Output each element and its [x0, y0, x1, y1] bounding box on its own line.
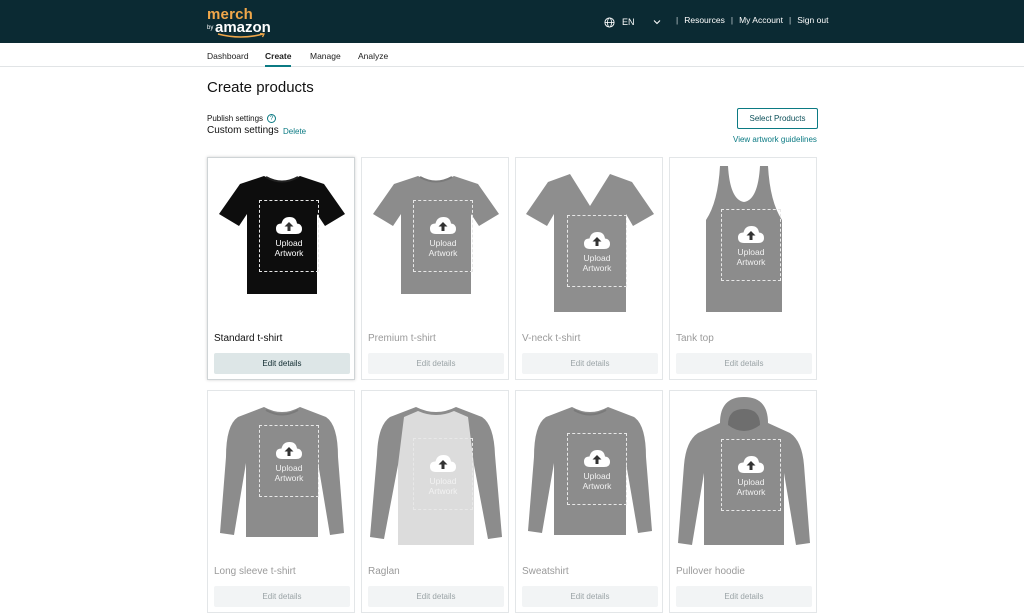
edit-details-button[interactable]: Edit details — [676, 353, 812, 374]
upload-artwork-area[interactable]: Upload Artwork — [413, 200, 473, 272]
product-name: V-neck t-shirt — [522, 333, 581, 344]
delete-link[interactable]: Delete — [283, 127, 306, 136]
upload-label-line1: Upload — [737, 246, 765, 257]
upload-artwork-text: Upload Artwork — [275, 463, 304, 483]
product-card[interactable]: Upload Artwork Premium t-shirt Edit details — [361, 157, 509, 380]
product-name: Long sleeve t-shirt — [214, 566, 296, 577]
cloud-upload-icon — [738, 225, 764, 243]
product-name: Raglan — [368, 566, 400, 577]
product-card[interactable]: Upload Artwork Long sleeve t-shirt Edit det… — [207, 390, 355, 613]
chevron-down-icon — [653, 20, 661, 25]
upload-artwork-area[interactable]: Upload Artwork — [567, 433, 627, 505]
upload-artwork-text: Upload Artwork — [737, 477, 766, 497]
cloud-upload-icon — [738, 455, 764, 473]
upload-label-line2: Artwork — [736, 486, 766, 497]
upload-artwork-area[interactable]: Upload Artwork — [259, 200, 319, 272]
top-bar: merch by amazon EN | Resources | My Acco… — [0, 0, 1024, 43]
publish-settings-label: Publish settings ? — [207, 114, 277, 123]
upload-label-line2: Artwork — [582, 262, 612, 273]
separator: | — [789, 15, 792, 25]
product-card[interactable]: Upload Artwork V-neck t-shirt Edit details — [515, 157, 663, 380]
upload-label-line1: Upload — [583, 252, 611, 263]
product-name: Pullover hoodie — [676, 566, 745, 577]
upload-artwork-area[interactable]: Upload Artwork — [413, 438, 473, 510]
tab-analyze[interactable]: Analyze — [358, 51, 388, 61]
product-name: Tank top — [676, 333, 714, 344]
product-card[interactable]: Upload Artwork Sweatshirt Edit details — [515, 390, 663, 613]
upload-label-line1: Upload — [429, 237, 457, 248]
cloud-upload-icon — [430, 454, 456, 472]
separator: | — [676, 15, 679, 25]
edit-details-button[interactable]: Edit details — [214, 353, 350, 374]
view-artwork-guidelines-link[interactable]: View artwork guidelines — [733, 135, 817, 144]
upload-artwork-area[interactable]: Upload Artwork — [721, 439, 781, 511]
separator: | — [730, 15, 734, 25]
upload-label-line2: Artwork — [428, 247, 458, 258]
upload-label-line1: Upload — [737, 476, 765, 487]
edit-details-button[interactable]: Edit details — [214, 586, 350, 607]
sub-navigation: Dashboard Create Manage Analyze — [0, 43, 1024, 67]
cloud-upload-icon — [430, 216, 456, 234]
tab-dashboard[interactable]: Dashboard — [207, 51, 249, 61]
product-name: Sweatshirt — [522, 566, 569, 577]
product-name: Premium t-shirt — [368, 333, 436, 344]
product-card[interactable]: Upload Artwork Standard t-shirt Edit detail… — [207, 157, 355, 380]
globe-icon — [604, 16, 615, 28]
edit-details-button[interactable]: Edit details — [522, 353, 658, 374]
upload-artwork-text: Upload Artwork — [583, 253, 612, 273]
upload-label-line2: Artwork — [582, 480, 612, 491]
amazon-smile-icon — [217, 33, 265, 38]
edit-details-button[interactable]: Edit details — [368, 353, 504, 374]
edit-details-button[interactable]: Edit details — [522, 586, 658, 607]
language-selector[interactable]: EN — [604, 14, 662, 30]
publish-settings-text: Publish settings — [207, 114, 264, 123]
cloud-upload-icon — [276, 216, 302, 234]
upload-label-line2: Artwork — [274, 472, 304, 483]
upload-artwork-text: Upload Artwork — [429, 476, 458, 496]
upload-label-line2: Artwork — [736, 256, 766, 267]
upload-label-line2: Artwork — [428, 485, 458, 496]
tab-manage[interactable]: Manage — [310, 51, 341, 61]
cloud-upload-icon — [584, 231, 610, 249]
custom-settings-text: Custom settings — [207, 125, 279, 136]
select-products-button[interactable]: Select Products — [737, 108, 818, 129]
upload-label-line1: Upload — [275, 237, 303, 248]
upload-label-line1: Upload — [583, 470, 611, 481]
language-code: EN — [622, 17, 635, 27]
tab-create[interactable]: Create — [265, 51, 292, 67]
page-title: Create products — [207, 79, 314, 96]
edit-details-button[interactable]: Edit details — [676, 586, 812, 607]
upload-artwork-text: Upload Artwork — [429, 238, 458, 258]
upload-artwork-text: Upload Artwork — [275, 238, 304, 258]
sign-out-link[interactable]: Sign out — [797, 15, 828, 25]
edit-details-button[interactable]: Edit details — [368, 586, 504, 607]
account-links: | Resources | My Account | Sign out — [670, 15, 828, 25]
product-card[interactable]: Upload Artwork Tank top Edit details — [669, 157, 817, 380]
cloud-upload-icon — [584, 449, 610, 467]
logo-by-text: by — [207, 25, 214, 31]
upload-label-line1: Upload — [429, 475, 457, 486]
merch-by-amazon-logo[interactable]: merch by amazon — [207, 6, 277, 38]
my-account-link[interactable]: My Account — [739, 15, 783, 25]
product-card[interactable]: Upload Artwork Raglan Edit details — [361, 390, 509, 613]
upload-label-line1: Upload — [275, 462, 303, 473]
product-card[interactable]: Upload Artwork Pullover hoodie Edit details — [669, 390, 817, 613]
upload-artwork-area[interactable]: Upload Artwork — [721, 209, 781, 281]
upload-artwork-area[interactable]: Upload Artwork — [567, 215, 627, 287]
product-name: Standard t-shirt — [214, 333, 283, 344]
upload-artwork-text: Upload Artwork — [737, 247, 766, 267]
resources-link[interactable]: Resources — [684, 15, 725, 25]
upload-artwork-area[interactable]: Upload Artwork — [259, 425, 319, 497]
upload-label-line2: Artwork — [274, 247, 304, 258]
cloud-upload-icon — [276, 441, 302, 459]
help-icon[interactable]: ? — [267, 114, 277, 123]
upload-artwork-text: Upload Artwork — [583, 471, 612, 491]
